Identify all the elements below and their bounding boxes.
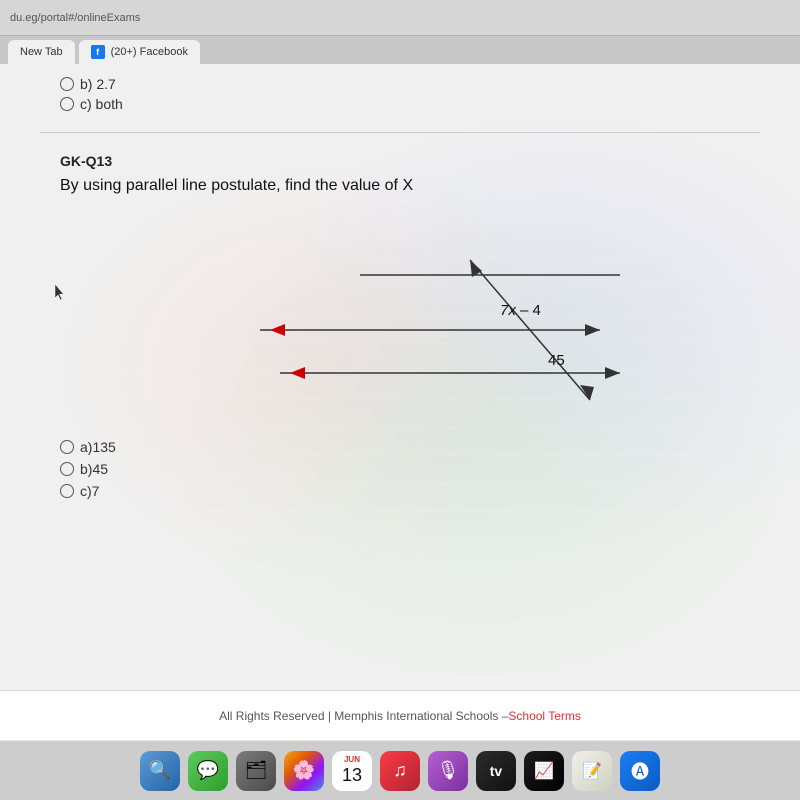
dock: 🔍 💬 🗂 🌸 JUN 13 ♫ 🎙 tv 📈 📝 🅐 xyxy=(0,740,800,800)
question-text: By using parallel line postulate, find t… xyxy=(60,177,740,195)
tab-new[interactable]: New Tab xyxy=(8,40,75,64)
radio-c[interactable] xyxy=(60,97,74,111)
dock-textedit[interactable]: 📝 xyxy=(572,751,612,791)
dock-appletv[interactable]: tv xyxy=(476,751,516,791)
answer-c-label: c)7 xyxy=(80,483,99,499)
prev-option-c-label: c) both xyxy=(80,96,123,112)
prev-option-b: b) 2.7 xyxy=(60,76,740,92)
dock-finder2[interactable]: 🗂 xyxy=(236,751,276,791)
tab-facebook[interactable]: f (20+) Facebook xyxy=(79,40,200,64)
dock-calendar-month: JUN xyxy=(344,755,360,765)
prev-option-b-label: b) 2.7 xyxy=(80,76,116,92)
dock-music[interactable]: ♫ xyxy=(380,751,420,791)
radio-b2[interactable] xyxy=(60,462,74,476)
page-footer: All Rights Reserved | Memphis Internatio… xyxy=(0,690,800,740)
dock-calendar[interactable]: JUN 13 xyxy=(332,751,372,791)
diagram-container: 7x – 4 45 xyxy=(60,215,740,415)
dock-stocks[interactable]: 📈 xyxy=(524,751,564,791)
svg-text:45: 45 xyxy=(548,352,565,369)
facebook-icon: f xyxy=(91,45,105,59)
tab-new-label: New Tab xyxy=(20,46,63,58)
footer-text: All Rights Reserved | Memphis Internatio… xyxy=(219,709,508,723)
dock-messages[interactable]: 💬 xyxy=(188,751,228,791)
content-wrapper: b) 2.7 c) both GK-Q13 By using parallel … xyxy=(0,64,800,740)
prev-option-c: c) both xyxy=(60,96,740,112)
prev-question-section: b) 2.7 c) both xyxy=(0,64,800,124)
dock-finder[interactable]: 🔍 xyxy=(140,751,180,791)
dock-podcast[interactable]: 🎙 xyxy=(428,751,468,791)
answer-b-label: b)45 xyxy=(80,461,108,477)
radio-b[interactable] xyxy=(60,77,74,91)
dock-appstore[interactable]: 🅐 xyxy=(620,751,660,791)
radio-a[interactable] xyxy=(60,440,74,454)
tab-bar: New Tab f (20+) Facebook xyxy=(0,36,800,64)
answer-options: a)135 b)45 c)7 xyxy=(60,439,740,499)
school-terms-link[interactable]: School Terms xyxy=(508,709,580,723)
radio-c2[interactable] xyxy=(60,484,74,498)
geometry-diagram: 7x – 4 45 xyxy=(160,215,640,415)
dock-calendar-day: 13 xyxy=(342,765,362,787)
tab-facebook-label: (20+) Facebook xyxy=(111,46,188,58)
answer-option-b: b)45 xyxy=(60,461,740,477)
browser-bar: du.eg/portal#/onlineExams xyxy=(0,0,800,36)
dock-photos[interactable]: 🌸 xyxy=(284,751,324,791)
answer-option-a: a)135 xyxy=(60,439,740,455)
answer-a-label: a)135 xyxy=(80,439,116,455)
svg-text:7x – 4: 7x – 4 xyxy=(500,302,541,319)
section-divider xyxy=(40,132,760,133)
question-section: GK-Q13 By using parallel line postulate,… xyxy=(0,141,800,740)
answer-option-c: c)7 xyxy=(60,483,740,499)
question-id: GK-Q13 xyxy=(60,153,740,169)
main-content: b) 2.7 c) both GK-Q13 By using parallel … xyxy=(0,64,800,740)
url-text: du.eg/portal#/onlineExams xyxy=(10,12,140,24)
